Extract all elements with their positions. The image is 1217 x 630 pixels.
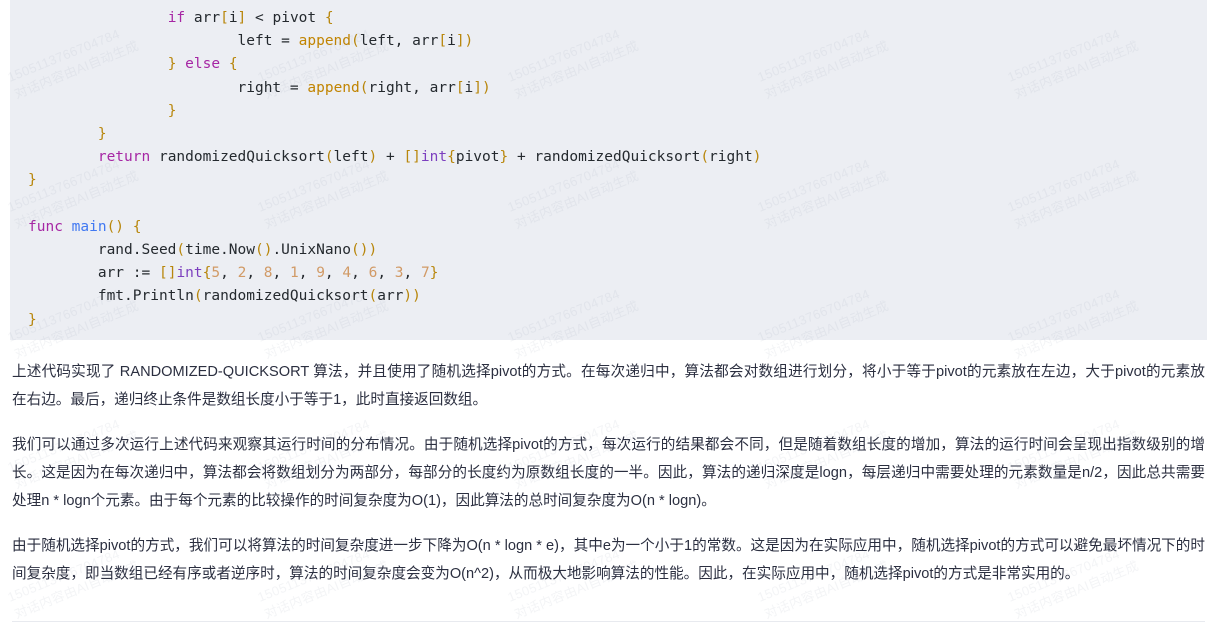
code-block: if arr[i] < pivot { left = append(left, …: [10, 0, 1207, 340]
code-content: if arr[i] < pivot { left = append(left, …: [28, 10, 762, 328]
bottom-divider: [12, 621, 1205, 622]
paragraph-random-pivot-benefit: 由于随机选择pivot的方式，我们可以将算法的时间复杂度进一步下降为O(n * …: [12, 538, 1205, 582]
explanation-section: 上述代码实现了 RANDOMIZED-QUICKSORT 算法，并且使用了随机选…: [10, 340, 1207, 588]
paragraph-algorithm-overview: 上述代码实现了 RANDOMIZED-QUICKSORT 算法，并且使用了随机选…: [12, 364, 1205, 408]
code-block-inner: if arr[i] < pivot { left = append(left, …: [10, 0, 1207, 332]
paragraph-complexity-analysis: 我们可以通过多次运行上述代码来观察其运行时间的分布情况。由于随机选择pivot的…: [12, 437, 1205, 509]
